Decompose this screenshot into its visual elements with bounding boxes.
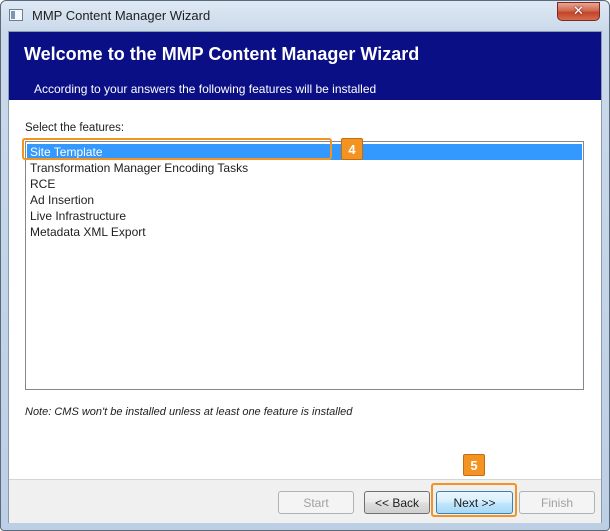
start-button[interactable]: Start: [278, 491, 354, 514]
close-button[interactable]: ✕: [557, 2, 600, 21]
list-item-metadata-xml-export[interactable]: Metadata XML Export: [27, 224, 582, 240]
close-icon: ✕: [573, 4, 584, 19]
window-title: MMP Content Manager Wizard: [32, 8, 211, 23]
features-label: Select the features:: [25, 122, 125, 134]
list-item-transformation-manager[interactable]: Transformation Manager Encoding Tasks: [27, 160, 582, 176]
callout-badge-5: 5: [463, 454, 485, 476]
finish-button[interactable]: Finish: [519, 491, 595, 514]
back-button[interactable]: << Back: [364, 491, 430, 514]
wizard-header: Welcome to the MMP Content Manager Wizar…: [9, 32, 601, 100]
wizard-client-area: Welcome to the MMP Content Manager Wizar…: [8, 31, 602, 523]
title-bar[interactable]: MMP Content Manager Wizard ✕: [1, 1, 609, 31]
callout-highlight-site-template: [22, 138, 332, 160]
page-subtitle: According to your answers the following …: [34, 82, 377, 96]
list-item-rce[interactable]: RCE: [27, 176, 582, 192]
callout-highlight-next: [431, 483, 517, 517]
application-icon: [9, 9, 23, 21]
list-item-ad-insertion[interactable]: Ad Insertion: [27, 192, 582, 208]
features-listbox[interactable]: Site Template Transformation Manager Enc…: [25, 141, 584, 390]
page-title: Welcome to the MMP Content Manager Wizar…: [24, 44, 420, 64]
list-item-live-infrastructure[interactable]: Live Infrastructure: [27, 208, 582, 224]
install-note: Note: CMS won't be installed unless at l…: [25, 406, 353, 418]
wizard-window: MMP Content Manager Wizard ✕ Welcome to …: [0, 0, 610, 531]
callout-badge-4: 4: [341, 138, 363, 160]
